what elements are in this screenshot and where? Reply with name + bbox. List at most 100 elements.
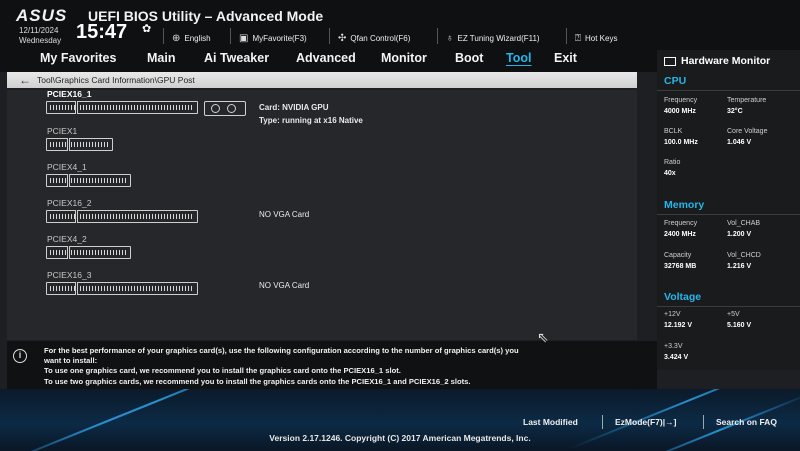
date-text: 12/11/2024 (19, 26, 59, 35)
v33-value: 3.424 V (664, 354, 689, 361)
pcie-slot-x4 (46, 246, 131, 259)
divider (230, 28, 231, 44)
hardware-monitor-title: Hardware Monitor (664, 55, 770, 67)
slot-label-pciex4-1: PCIEX4_1 (47, 162, 87, 172)
divider (657, 214, 800, 215)
vol-chcd-value: 1.216 V (727, 263, 752, 270)
divider (329, 28, 330, 44)
hot-keys-button[interactable]: ⍰ Hot Keys (575, 30, 617, 46)
divider (602, 415, 603, 429)
my-favorite-button[interactable]: ▣ MyFavorite(F3) (239, 30, 307, 46)
slot-notch (75, 101, 78, 114)
qfan-label: Qfan Control(F6) (350, 33, 411, 43)
help-line: want to install: (44, 356, 98, 366)
slot-label-pciex16-1: PCIEX16_1 (47, 89, 92, 99)
divider (703, 415, 704, 429)
date-display: 12/11/2024 Wednesday (19, 26, 61, 46)
divider (657, 90, 800, 91)
pcie-slot-x16 (46, 282, 198, 295)
search-faq-button[interactable]: Search on FAQ (716, 417, 777, 427)
info-icon: i (13, 349, 27, 363)
slot-info-pciex16-2: NO VGA Card (259, 210, 310, 219)
fan-icon (211, 104, 220, 113)
divider (437, 28, 438, 44)
memory-heading: Memory (664, 199, 705, 211)
cpu-frequency-value: 4000 MHz (664, 108, 696, 115)
fan-icon (227, 104, 236, 113)
slot-label-pciex16-2: PCIEX16_2 (47, 198, 92, 208)
globe-icon: ⊕ (172, 32, 181, 44)
tab-my-favorites[interactable]: My Favorites (40, 51, 116, 65)
v5-label: +5V (727, 311, 740, 318)
monitor-icon (664, 56, 676, 66)
pcie-slot-x16 (46, 210, 198, 223)
vol-chcd-label: Vol_CHCD (727, 252, 761, 259)
cpu-temperature-label: Temperature (727, 97, 767, 104)
last-modified-button[interactable]: Last Modified (523, 417, 578, 427)
hardware-monitor-label: Hardware Monitor (681, 55, 771, 67)
qfan-control-button[interactable]: ✣ Qfan Control(F6) (338, 30, 410, 46)
bclk-label: BCLK (664, 128, 683, 135)
divider (657, 306, 800, 307)
hardware-monitor-panel: Hardware Monitor CPU Frequency 4000 MHz … (657, 50, 800, 370)
help-line: For the best performance of your graphic… (44, 346, 519, 355)
arrow-left-icon[interactable]: ← (19, 73, 31, 87)
version-text: Version 2.17.1246. Copyright (C) 2017 Am… (269, 433, 531, 443)
tab-monitor[interactable]: Monitor (381, 51, 427, 65)
card-type: Type: running at x16 Native (259, 116, 363, 125)
slot-notch (75, 282, 78, 295)
voltage-heading: Voltage (664, 291, 702, 303)
tab-ai-tweaker[interactable]: Ai Tweaker (204, 51, 269, 65)
time-display: 15:47 (76, 21, 128, 43)
tab-advanced[interactable]: Advanced (296, 51, 356, 65)
slot-notch (67, 246, 70, 259)
hot-keys-label: Hot Keys (585, 33, 618, 43)
v5-value: 5.160 V (727, 322, 752, 329)
slot-label-pciex4-2: PCIEX4_2 (47, 234, 87, 244)
tab-exit[interactable]: Exit (554, 51, 577, 65)
core-voltage-label: Core Voltage (727, 128, 768, 135)
ratio-label: Ratio (664, 159, 681, 166)
help-info-bar: i For the best performance of your graph… (7, 341, 657, 389)
tab-boot[interactable]: Boot (455, 51, 483, 65)
question-icon: ⍰ (575, 32, 581, 44)
graphics-card-icon (204, 101, 246, 116)
language-button[interactable]: ⊕ English (172, 30, 211, 46)
cpu-temperature-value: 32°C (727, 108, 743, 115)
cpu-frequency-label: Frequency (664, 97, 698, 104)
capacity-label: Capacity (664, 252, 692, 259)
help-line: To use one graphics card, we recommend y… (44, 366, 401, 376)
slot-info-pciex16-1: Card: NVIDIA GPU Type: running at x16 Na… (259, 101, 363, 127)
footer: Last Modified EzMode(F7)|→] Search on FA… (0, 389, 800, 451)
v12-label: +12V (664, 311, 681, 318)
fan-icon: ✣ (338, 32, 347, 44)
slot-notch (75, 210, 78, 223)
ez-tuning-wizard-button[interactable]: ♁ EZ Tuning Wizard(F11) (446, 30, 540, 46)
monitor-star-icon: ▣ (239, 32, 249, 44)
core-voltage-value: 1.046 V (727, 139, 752, 146)
ez-mode-button[interactable]: EzMode(F7)|→] (615, 417, 676, 427)
pcie-slot-x4 (46, 174, 131, 187)
gpu-post-panel: PCIEX16_1 Card: NVIDIA GPU Type: running… (7, 89, 637, 340)
pcie-slot-x1 (46, 138, 113, 151)
memory-frequency-value: 2400 MHz (664, 231, 696, 238)
asus-logo: ASUS (16, 6, 68, 25)
ez-tuning-label: EZ Tuning Wizard(F11) (457, 33, 540, 43)
vol-chab-label: Vol_CHAB (727, 220, 761, 227)
bclk-value: 100.0 MHz (664, 139, 698, 146)
capacity-value: 32768 MB (664, 263, 697, 270)
breadcrumb: ← Tool\Graphics Card Information\GPU Pos… (7, 72, 637, 88)
slot-notch (67, 174, 70, 187)
slot-info-pciex16-3: NO VGA Card (259, 281, 310, 290)
lightbulb-icon: ♁ (446, 32, 454, 44)
card-name: Card: NVIDIA GPU (259, 103, 329, 112)
v33-label: +3.3V (664, 343, 683, 350)
tab-main[interactable]: Main (147, 51, 175, 65)
ratio-value: 40x (664, 170, 676, 177)
gear-icon[interactable]: ✿ (142, 22, 151, 35)
memory-frequency-label: Frequency (664, 220, 698, 227)
tab-tool[interactable]: Tool (506, 51, 531, 65)
slot-notch (67, 138, 70, 151)
language-label: English (184, 33, 211, 43)
cpu-heading: CPU (664, 75, 687, 87)
